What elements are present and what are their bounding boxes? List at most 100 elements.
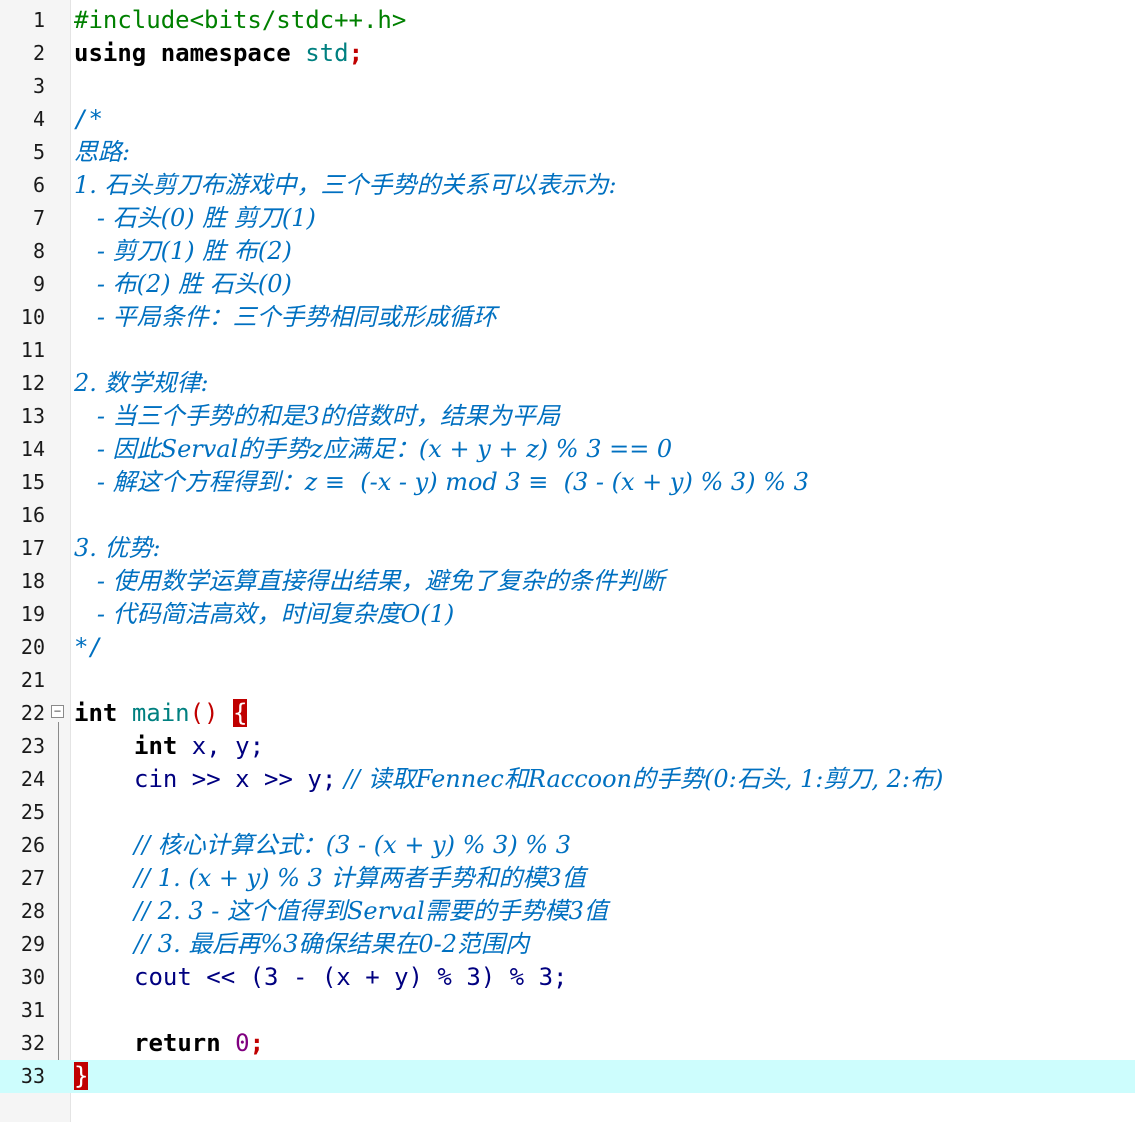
code-line-32[interactable]: 32 return 0; xyxy=(0,1027,1135,1060)
line-number: 22 xyxy=(20,701,45,725)
code-line-8[interactable]: 8 - 剪刀(1) 胜 布(2) xyxy=(0,235,1135,268)
code-line-22[interactable]: 22 int main() { xyxy=(0,697,1135,730)
keyword: int xyxy=(134,732,178,760)
line-number: 4 xyxy=(32,107,45,131)
line-number: 33 xyxy=(20,1064,45,1088)
code-line-3[interactable]: 3 xyxy=(0,70,1135,103)
block-comment: 1. 石头剪刀布游戏中，三个手势的关系可以表示为: xyxy=(74,171,617,199)
code-line-29[interactable]: 29 // 3. 最后再%3确保结果在0-2范围内 xyxy=(0,928,1135,961)
line-number: 29 xyxy=(20,932,45,956)
block-comment: - 平局条件：三个手势相同或形成循环 xyxy=(74,303,497,331)
line-number: 18 xyxy=(20,569,45,593)
code-line-9[interactable]: 9 - 布(2) 胜 石头(0) xyxy=(0,268,1135,301)
line-number: 3 xyxy=(32,74,45,98)
code-line-11[interactable]: 11 xyxy=(0,334,1135,367)
block-comment: 2. 数学规律: xyxy=(74,369,209,397)
code-line-18[interactable]: 18 - 使用数学运算直接得出结果，避免了复杂的条件判断 xyxy=(0,565,1135,598)
matched-brace-open: { xyxy=(232,699,248,727)
function-name: main xyxy=(131,699,190,727)
code-line-2[interactable]: 2 using namespace std; xyxy=(0,37,1135,70)
code-line-28[interactable]: 28 // 2. 3 - 这个值得到Serval需要的手势模3值 xyxy=(0,895,1135,928)
code-text: } xyxy=(74,1060,89,1093)
code-line-15[interactable]: 15 - 解这个方程得到：z ≡ (-x - y) mod 3 ≡ (3 - (… xyxy=(0,466,1135,499)
code-text: #include<bits/stdc++.h> xyxy=(74,4,406,37)
line-number: 23 xyxy=(20,734,45,758)
code-text: int main() { xyxy=(74,697,248,730)
statement-rest: << (3 - (x + y) % 3) % 3; xyxy=(191,963,568,991)
code-line-23[interactable]: 23 int x, y; xyxy=(0,730,1135,763)
line-number: 2 xyxy=(32,41,45,65)
line-number: 15 xyxy=(20,470,45,494)
line-number: 7 xyxy=(32,206,45,230)
line-number: 27 xyxy=(20,866,45,890)
line-comment: // 读取Fennec和Raccoon的手势(0:石头, 1:剪刀, 2:布) xyxy=(336,765,944,793)
line-number: 8 xyxy=(32,239,45,263)
code-line-13[interactable]: 13 - 当三个手势的和是3的倍数时，结果为平局 xyxy=(0,400,1135,433)
code-line-30[interactable]: 30 cout << (3 - (x + y) % 3) % 3; xyxy=(0,961,1135,994)
statement-rest: >> x >> y; xyxy=(177,765,337,793)
semicolon: ; xyxy=(348,39,364,67)
code-text: cin >> x >> y; // 读取Fennec和Raccoon的手势(0:… xyxy=(134,763,943,796)
line-number: 12 xyxy=(20,371,45,395)
code-editor[interactable]: 1 #include<bits/stdc++.h> 2 using namesp… xyxy=(0,0,1135,1122)
matched-brace-close: } xyxy=(74,1062,89,1090)
line-comment: // 核心计算公式：(3 - (x + y) % 3) % 3 xyxy=(134,831,572,859)
code-line-6[interactable]: 6 1. 石头剪刀布游戏中，三个手势的关系可以表示为: xyxy=(0,169,1135,202)
code-line-24[interactable]: 24 cin >> x >> y; // 读取Fennec和Raccoon的手势… xyxy=(0,763,1135,796)
code-line-7[interactable]: 7 - 石头(0) 胜 剪刀(1) xyxy=(0,202,1135,235)
block-comment: */ xyxy=(74,633,103,661)
code-line-19[interactable]: 19 - 代码简洁高效，时间复杂度O(1) xyxy=(0,598,1135,631)
semicolon: ; xyxy=(249,1029,265,1057)
code-text: cout << (3 - (x + y) % 3) % 3; xyxy=(134,961,567,994)
line-number: 10 xyxy=(20,305,45,329)
block-comment: - 使用数学运算直接得出结果，避免了复杂的条件判断 xyxy=(74,567,665,595)
identifier-cin: cin xyxy=(134,765,178,793)
preprocessor-directive: #include<bits/stdc++.h> xyxy=(74,6,407,34)
line-number: 13 xyxy=(20,404,45,428)
code-text: int x, y; xyxy=(134,730,264,763)
code-line-4[interactable]: 4 /* xyxy=(0,103,1135,136)
block-comment: - 布(2) 胜 石头(0) xyxy=(74,270,292,298)
parentheses: () xyxy=(189,699,219,727)
line-number: 32 xyxy=(20,1031,45,1055)
line-number: 11 xyxy=(20,338,45,362)
block-comment: 思路: xyxy=(74,138,131,166)
line-number: 20 xyxy=(20,635,45,659)
line-number: 25 xyxy=(20,800,45,824)
block-comment: 3. 优势: xyxy=(74,534,161,562)
line-number: 21 xyxy=(20,668,45,692)
fold-toggle-minus-icon[interactable]: − xyxy=(51,705,64,718)
block-comment: /* xyxy=(74,105,103,133)
line-comment: // 2. 3 - 这个值得到Serval需要的手势模3值 xyxy=(134,897,608,925)
code-line-5[interactable]: 5 思路: xyxy=(0,136,1135,169)
number-literal: 0 xyxy=(235,1029,250,1057)
block-comment: - 剪刀(1) 胜 布(2) xyxy=(74,237,292,265)
block-comment: - 因此Serval的手势z应满足：(x + y + z) % 3 == 0 xyxy=(74,435,673,463)
namespace-name: std xyxy=(305,39,349,67)
code-line-14[interactable]: 14 - 因此Serval的手势z应满足：(x + y + z) % 3 == … xyxy=(0,433,1135,466)
code-line-12[interactable]: 12 2. 数学规律: xyxy=(0,367,1135,400)
code-line-27[interactable]: 27 // 1. (x + y) % 3 计算两者手势和的模3值 xyxy=(0,862,1135,895)
line-number: 5 xyxy=(32,140,45,164)
code-line-26[interactable]: 26 // 核心计算公式：(3 - (x + y) % 3) % 3 xyxy=(0,829,1135,862)
code-line-31[interactable]: 31 xyxy=(0,994,1135,1027)
line-number: 31 xyxy=(20,998,45,1022)
line-number: 16 xyxy=(20,503,45,527)
block-comment: - 石头(0) 胜 剪刀(1) xyxy=(74,204,316,232)
line-number: 26 xyxy=(20,833,45,857)
code-text: using namespace std; xyxy=(74,37,363,70)
code-line-16[interactable]: 16 xyxy=(0,499,1135,532)
code-line-17[interactable]: 17 3. 优势: xyxy=(0,532,1135,565)
line-number: 24 xyxy=(20,767,45,791)
code-line-20[interactable]: 20 */ xyxy=(0,631,1135,664)
declaration-rest: x, y; xyxy=(177,732,265,760)
code-line-33-current[interactable]: 33 } xyxy=(0,1060,1135,1093)
block-comment: - 代码简洁高效，时间复杂度O(1) xyxy=(74,600,455,628)
code-line-10[interactable]: 10 - 平局条件：三个手势相同或形成循环 xyxy=(0,301,1135,334)
code-line-21[interactable]: 21 xyxy=(0,664,1135,697)
block-comment: - 解这个方程得到：z ≡ (-x - y) mod 3 ≡ (3 - (x +… xyxy=(74,468,809,496)
code-line-1[interactable]: 1 #include<bits/stdc++.h> xyxy=(0,4,1135,37)
keyword: int xyxy=(74,699,118,727)
line-number: 6 xyxy=(32,173,45,197)
code-line-25[interactable]: 25 xyxy=(0,796,1135,829)
